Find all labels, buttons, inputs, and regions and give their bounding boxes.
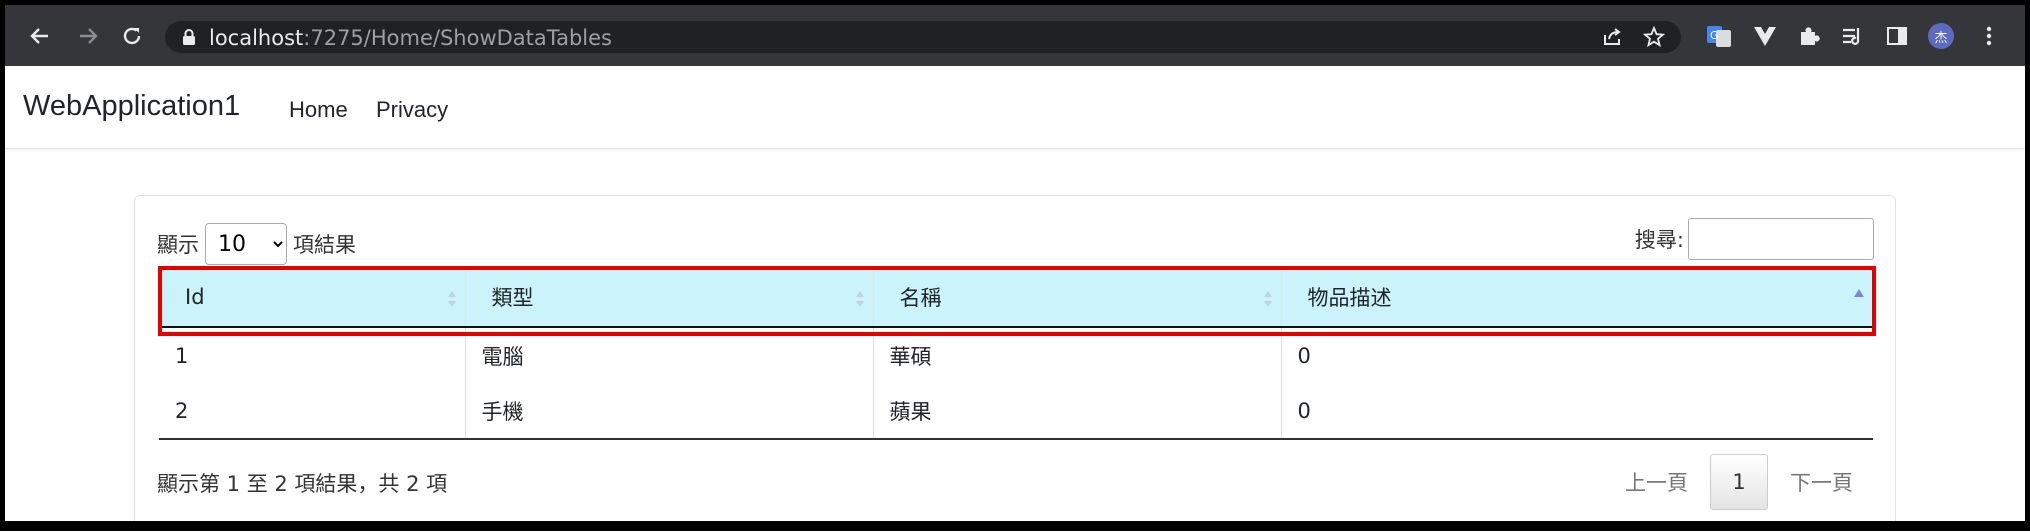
reading-list-icon[interactable] (1839, 22, 1867, 50)
pagination: 上一頁 1 下一頁 (1603, 454, 1875, 510)
page-length-control: 顯示 10 項結果 (157, 223, 356, 265)
table-header-row: Id 類型 名稱 物品描述 (159, 268, 1873, 328)
cell-id: 2 (159, 383, 466, 440)
site-navbar: WebApplication1 Home Privacy (5, 66, 2025, 149)
arrow-left-icon (30, 28, 48, 44)
column-header-name[interactable]: 名稱 (873, 268, 1282, 328)
column-header-description[interactable]: 物品描述 (1281, 268, 1873, 328)
back-button[interactable] (25, 21, 55, 51)
sort-both-icon (855, 291, 864, 307)
length-suffix-label: 項結果 (293, 233, 356, 257)
datatable-card: 顯示 10 項結果 搜尋: Id 類型 名稱 物品描述 1 電腦 華碩 0 2 … (134, 195, 1896, 521)
menu-kebab-icon[interactable] (1975, 22, 2003, 50)
search-input[interactable] (1688, 218, 1874, 260)
search-control: 搜尋: (1635, 218, 1874, 260)
column-header-label: 名稱 (899, 286, 942, 310)
table-row: 1 電腦 華碩 0 (159, 327, 1873, 383)
length-prefix-label: 顯示 (157, 233, 199, 257)
sort-both-icon (1263, 291, 1272, 307)
profile-avatar[interactable]: 杰 (1927, 22, 1955, 50)
address-bar[interactable]: localhost:7275/Home/ShowDataTables (165, 21, 1681, 53)
reload-button[interactable] (117, 21, 147, 51)
column-header-label: 物品描述 (1307, 286, 1392, 310)
sort-asc-icon (1854, 289, 1864, 297)
translate-extension-icon[interactable]: G (1705, 22, 1733, 50)
page-length-select[interactable]: 10 (205, 223, 287, 265)
column-header-label: 類型 (491, 286, 534, 310)
browser-toolbar: localhost:7275/Home/ShowDataTables G 杰 (5, 5, 2025, 66)
arrow-right-icon (80, 28, 98, 44)
screenshot-frame: localhost:7275/Home/ShowDataTables G 杰 W… (0, 0, 2030, 531)
forward-button[interactable] (73, 21, 103, 51)
column-header-label: Id (185, 285, 205, 309)
share-icon[interactable] (1601, 26, 1623, 48)
star-icon[interactable] (1643, 26, 1665, 48)
cell-description: 0 (1281, 383, 1873, 440)
column-header-id[interactable]: Id (159, 268, 466, 328)
cell-name: 蘋果 (873, 383, 1282, 440)
nav-link-home[interactable]: Home (289, 97, 348, 123)
cell-name: 華碩 (873, 327, 1282, 383)
reload-icon (123, 27, 141, 45)
brand-link[interactable]: WebApplication1 (23, 90, 240, 123)
puzzle-extensions-icon[interactable] (1795, 22, 1823, 50)
cell-description: 0 (1297, 343, 1311, 368)
cell-id: 1 (159, 327, 466, 383)
table-row: 2 手機 蘋果 0 (159, 383, 1873, 440)
url-path: :7275/Home/ShowDataTables (303, 26, 613, 50)
column-header-type[interactable]: 類型 (465, 268, 874, 328)
side-panel-icon[interactable] (1883, 22, 1911, 50)
lock-icon (183, 29, 195, 45)
cell-type: 電腦 (465, 327, 874, 383)
svg-text:G: G (1710, 29, 1719, 42)
nav-link-privacy[interactable]: Privacy (376, 97, 448, 123)
table-info: 顯示第 1 至 2 項結果，共 2 項 (157, 472, 448, 496)
url-host: localhost (209, 26, 304, 50)
cell-type: 手機 (465, 383, 874, 440)
current-page-button[interactable]: 1 (1710, 454, 1768, 510)
vue-devtools-icon[interactable] (1751, 22, 1779, 50)
sort-both-icon (447, 291, 456, 307)
next-page-button[interactable]: 下一頁 (1768, 467, 1875, 497)
search-label: 搜尋: (1634, 228, 1684, 252)
profile-initial: 杰 (1928, 23, 1954, 49)
previous-page-button[interactable]: 上一頁 (1603, 467, 1710, 497)
url-text: localhost:7275/Home/ShowDataTables (209, 26, 612, 50)
data-table: Id 類型 名稱 物品描述 1 電腦 華碩 0 2 手機 蘋果 0 (159, 268, 1873, 440)
